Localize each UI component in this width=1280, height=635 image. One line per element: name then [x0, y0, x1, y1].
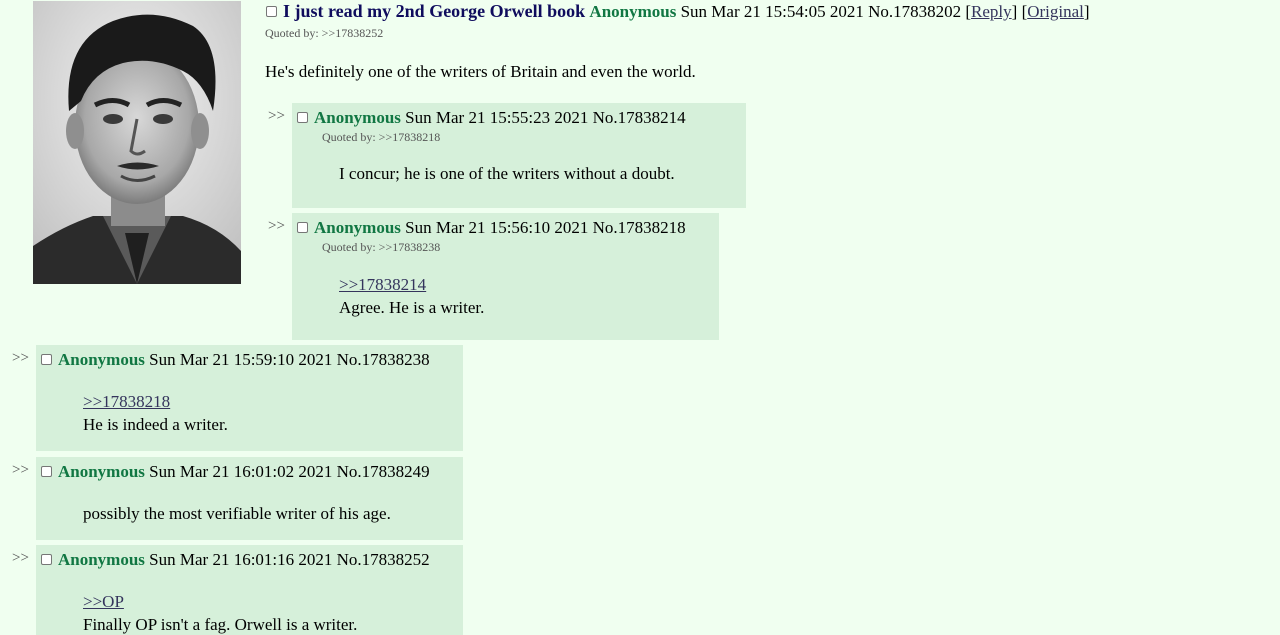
reply-post-number[interactable]: No.17838214 [593, 108, 686, 127]
op-header: I just read my 2nd George Orwell book An… [266, 0, 1090, 23]
op-original-link[interactable]: Original [1027, 2, 1084, 21]
reply-arrows: >> [268, 218, 285, 234]
op-select-checkbox[interactable] [266, 5, 277, 17]
reply-message: possibly the most verifiable writer of h… [83, 502, 459, 525]
reply-header: Anonymous Sun Mar 21 16:01:16 2021 No.17… [41, 549, 459, 571]
reply-container: >> Anonymous Sun Mar 21 16:01:02 2021 No… [12, 457, 463, 540]
reply-datetime: Sun Mar 21 15:55:23 2021 [405, 108, 589, 127]
quoted-by-link[interactable]: >>17838238 [379, 240, 441, 254]
op-subject: I just read my 2nd George Orwell book [283, 1, 586, 21]
reply-text: Finally OP isn't a fag. Orwell is a writ… [83, 615, 358, 634]
quoted-by-label: Quoted by: [322, 240, 376, 254]
reply-container: >> Anonymous Sun Mar 21 15:55:23 2021 No… [268, 103, 746, 208]
reply-message: >>OP Finally OP isn't a fag. Orwell is a… [83, 590, 459, 635]
op-message: He's definitely one of the writers of Br… [265, 62, 696, 81]
reply-text: possibly the most verifiable writer of h… [83, 504, 391, 523]
quoted-by-link[interactable]: >>17838252 [322, 26, 384, 40]
reply-arrows: >> [12, 462, 29, 478]
reply-datetime: Sun Mar 21 15:56:10 2021 [405, 218, 589, 237]
reply-quoted-by: Quoted by: >>17838218 [322, 130, 742, 145]
reply-post: Anonymous Sun Mar 21 16:01:16 2021 No.17… [36, 545, 463, 635]
reply-message: I concur; he is one of the writers witho… [339, 162, 742, 185]
reply-container: >> Anonymous Sun Mar 21 16:01:16 2021 No… [12, 545, 463, 635]
reply-poster-name: Anonymous [58, 350, 145, 369]
reply-header: Anonymous Sun Mar 21 16:01:02 2021 No.17… [41, 461, 459, 483]
reply-text: I concur; he is one of the writers witho… [339, 164, 675, 183]
reply-post-number[interactable]: No.17838218 [593, 218, 686, 237]
portrait-image [33, 1, 241, 284]
reply-arrows: >> [12, 550, 29, 566]
reply-arrows: >> [12, 350, 29, 366]
reply-datetime: Sun Mar 21 16:01:16 2021 [149, 550, 333, 569]
reply-post-number[interactable]: No.17838252 [337, 550, 430, 569]
reply-container: >> Anonymous Sun Mar 21 15:59:10 2021 No… [12, 345, 463, 451]
reply-arrows: >> [268, 108, 285, 124]
op-poster-name: Anonymous [589, 2, 677, 21]
op-original-bracket: [Original] [1021, 2, 1090, 21]
op-image[interactable] [33, 1, 241, 284]
reply-quote-link[interactable]: >>17838214 [339, 273, 715, 296]
reply-quoted-by: Quoted by: >>17838238 [322, 240, 715, 255]
quoted-by-label: Quoted by: [265, 26, 319, 40]
reply-quote-link[interactable]: >>OP [83, 590, 459, 613]
reply-quote-link[interactable]: >>17838218 [83, 390, 459, 413]
reply-post-number[interactable]: No.17838238 [337, 350, 430, 369]
quoted-by-label: Quoted by: [322, 130, 376, 144]
reply-poster-name: Anonymous [314, 108, 401, 127]
reply-poster-name: Anonymous [314, 218, 401, 237]
reply-datetime: Sun Mar 21 15:59:10 2021 [149, 350, 333, 369]
reply-text: Agree. He is a writer. [339, 298, 485, 317]
reply-container: >> Anonymous Sun Mar 21 15:56:10 2021 No… [268, 213, 719, 340]
op-reply-bracket: [Reply] [965, 2, 1018, 21]
reply-header: Anonymous Sun Mar 21 15:56:10 2021 No.17… [297, 217, 715, 239]
reply-poster-name: Anonymous [58, 462, 145, 481]
reply-message: >>17838218 He is indeed a writer. [83, 390, 459, 436]
reply-select-checkbox[interactable] [41, 553, 52, 565]
reply-post: Anonymous Sun Mar 21 15:56:10 2021 No.17… [292, 213, 719, 340]
reply-poster-name: Anonymous [58, 550, 145, 569]
reply-select-checkbox[interactable] [41, 465, 52, 477]
reply-header: Anonymous Sun Mar 21 15:59:10 2021 No.17… [41, 349, 459, 371]
reply-post: Anonymous Sun Mar 21 15:55:23 2021 No.17… [292, 103, 746, 208]
reply-message: >>17838214 Agree. He is a writer. [339, 273, 715, 319]
reply-text: He is indeed a writer. [83, 415, 228, 434]
reply-datetime: Sun Mar 21 16:01:02 2021 [149, 462, 333, 481]
reply-select-checkbox[interactable] [297, 221, 308, 233]
reply-select-checkbox[interactable] [297, 111, 308, 123]
op-datetime: Sun Mar 21 15:54:05 2021 [680, 2, 864, 21]
op-reply-link[interactable]: Reply [971, 2, 1012, 21]
reply-post-number[interactable]: No.17838249 [337, 462, 430, 481]
reply-header: Anonymous Sun Mar 21 15:55:23 2021 No.17… [297, 107, 742, 129]
reply-post: Anonymous Sun Mar 21 16:01:02 2021 No.17… [36, 457, 463, 540]
reply-select-checkbox[interactable] [41, 353, 52, 365]
quoted-by-link[interactable]: >>17838218 [379, 130, 441, 144]
reply-post: Anonymous Sun Mar 21 15:59:10 2021 No.17… [36, 345, 463, 451]
op-post-number[interactable]: No.17838202 [868, 2, 961, 21]
op-quoted-by: Quoted by: >>17838252 [265, 26, 383, 41]
